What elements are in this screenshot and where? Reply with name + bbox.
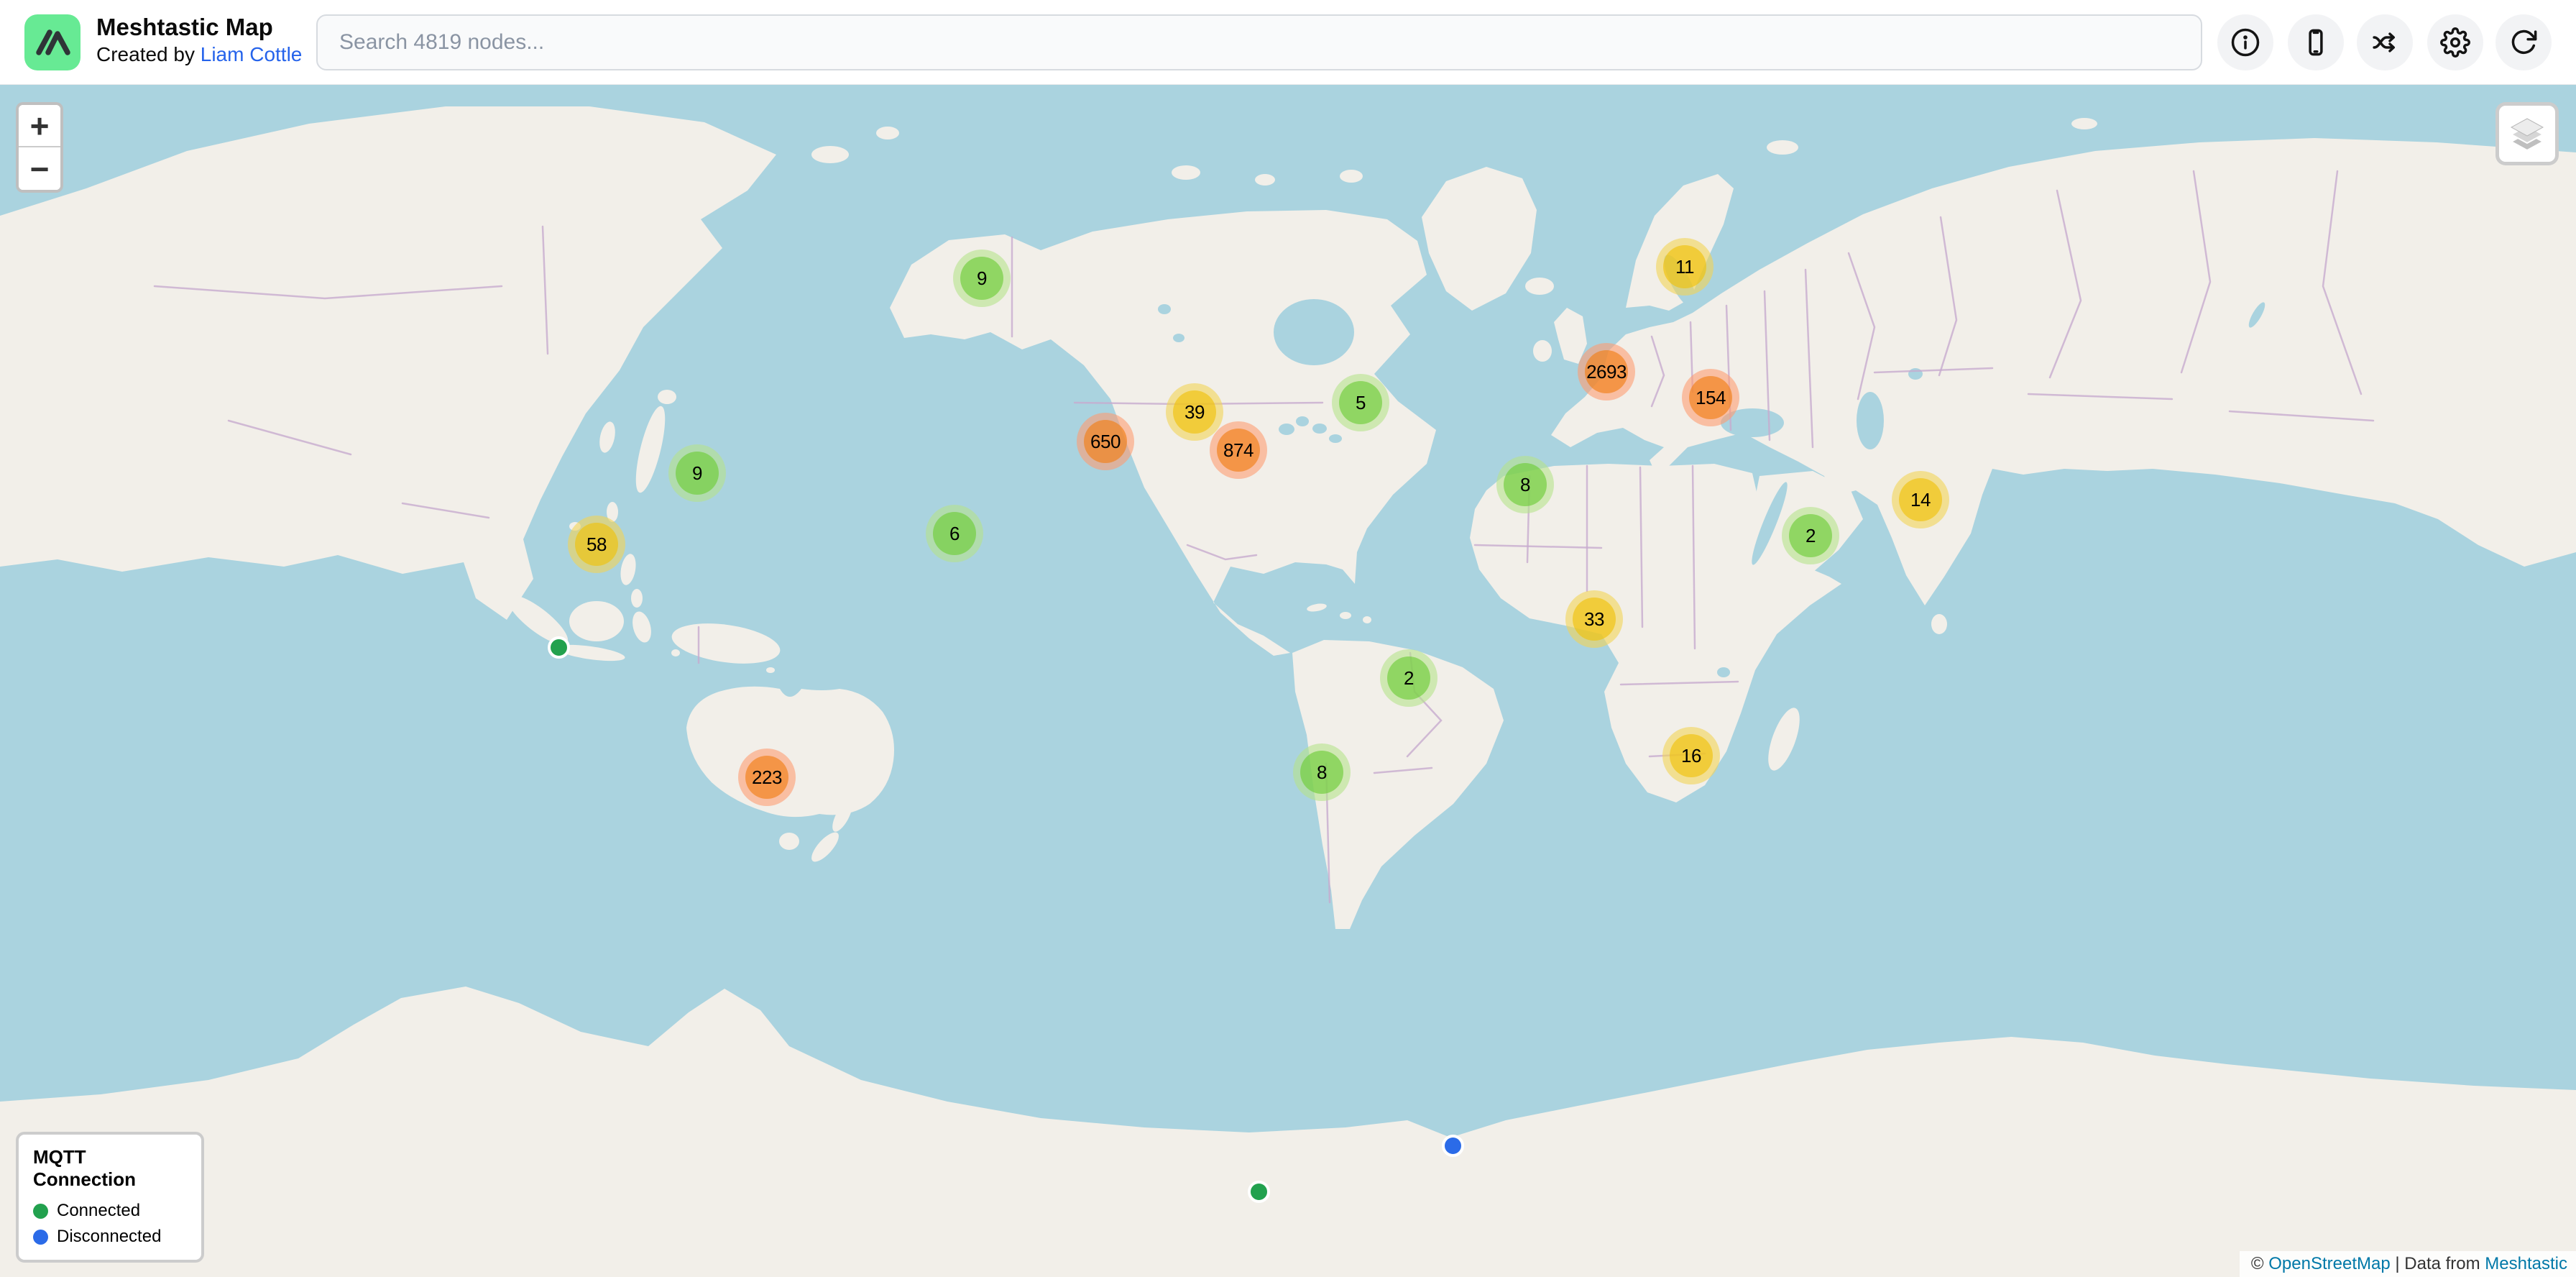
cluster-count: 874 [1217,429,1260,472]
cluster-count: 14 [1899,478,1942,521]
liam-cottle-link[interactable]: Liam Cottle [201,43,303,65]
search-input[interactable] [316,14,2202,70]
cluster-count: 16 [1670,734,1713,777]
connected-dot-icon [33,1204,48,1219]
info-button[interactable] [2217,14,2273,70]
mobile-app-button[interactable] [2288,14,2344,70]
node-marker-connected[interactable] [548,636,570,659]
cluster-marker[interactable]: 154 [1682,369,1739,426]
marker-layer: 911269315439650874582149586332816223 [0,0,2576,1277]
cluster-count: 223 [745,756,788,799]
cluster-marker[interactable]: 33 [1565,590,1623,648]
legend-items: Connected Disconnected [33,1201,187,1247]
legend-title: MQTT Connection [33,1146,187,1191]
world-map[interactable]: 911269315439650874582149586332816223 [0,0,2576,1277]
mqtt-legend: MQTT Connection Connected Disconnected [16,1132,204,1263]
info-icon [2230,27,2260,58]
cluster-marker[interactable]: 223 [738,749,796,806]
cluster-count: 2 [1387,656,1430,700]
cluster-count: 5 [1339,381,1382,424]
cluster-count: 33 [1573,598,1616,641]
cluster-count: 58 [575,523,618,566]
meshtastic-logo-icon [24,14,80,70]
cluster-count: 8 [1300,751,1343,794]
cluster-marker[interactable]: 6 [926,505,983,562]
node-marker-disconnected[interactable] [1442,1135,1464,1157]
title-block: Meshtastic Map Created by Liam Cottle [96,12,302,67]
cluster-count: 2693 [1585,350,1628,393]
disconnected-dot-icon [33,1230,48,1245]
legend-item: Disconnected [33,1227,187,1247]
cluster-count: 8 [1504,463,1547,506]
app-header: Meshtastic Map Created by Liam Cottle [0,0,2576,85]
cluster-count: 6 [933,512,976,555]
cluster-marker[interactable]: 5 [1332,374,1389,431]
cluster-marker[interactable]: 2 [1782,507,1839,564]
cluster-count: 650 [1084,420,1127,463]
copyright-text: © [2251,1254,2268,1274]
cluster-count: 9 [676,452,719,495]
refresh-icon [2508,27,2539,58]
cluster-count: 9 [960,257,1003,300]
cluster-marker[interactable]: 9 [953,250,1011,307]
cluster-marker[interactable]: 8 [1496,456,1554,513]
gear-icon [2440,27,2470,58]
node-marker-connected[interactable] [1248,1181,1270,1203]
settings-button[interactable] [2427,14,2483,70]
cluster-marker[interactable]: 2693 [1578,343,1635,401]
meshtastic-link[interactable]: Meshtastic [2485,1254,2567,1274]
cluster-marker[interactable]: 16 [1662,727,1720,784]
cluster-marker[interactable]: 8 [1293,743,1351,801]
osm-link[interactable]: OpenStreetMap [2268,1254,2390,1274]
layers-control[interactable] [2496,102,2559,165]
layers-icon [2507,114,2547,154]
legend-label: Disconnected [57,1227,161,1247]
cluster-count: 154 [1689,376,1732,419]
random-node-button[interactable] [2357,14,2413,70]
legend-item: Connected [33,1201,187,1221]
subtitle: Created by Liam Cottle [96,42,302,67]
cluster-marker[interactable]: 14 [1892,471,1949,528]
zoom-in-button[interactable]: + [19,105,60,147]
legend-label: Connected [57,1201,140,1221]
cluster-marker[interactable]: 2 [1380,649,1438,707]
cluster-marker[interactable]: 874 [1210,421,1267,479]
created-by-text: Created by [96,43,201,65]
shuffle-icon [2370,27,2400,58]
cluster-marker[interactable]: 58 [568,516,625,573]
map-attribution: © OpenStreetMap | Data from Meshtastic [2240,1251,2576,1277]
cluster-marker[interactable]: 650 [1077,413,1134,470]
refresh-button[interactable] [2496,14,2552,70]
data-from-text: | Data from [2391,1254,2485,1274]
cluster-count: 2 [1789,514,1832,557]
cluster-count: 39 [1173,390,1216,434]
cluster-marker[interactable]: 11 [1656,238,1714,296]
page-title: Meshtastic Map [96,12,302,42]
smartphone-icon [2301,27,2331,58]
zoom-out-button[interactable]: − [19,147,60,190]
cluster-count: 11 [1663,245,1706,288]
zoom-control: + − [16,102,63,193]
cluster-marker[interactable]: 9 [668,444,726,502]
